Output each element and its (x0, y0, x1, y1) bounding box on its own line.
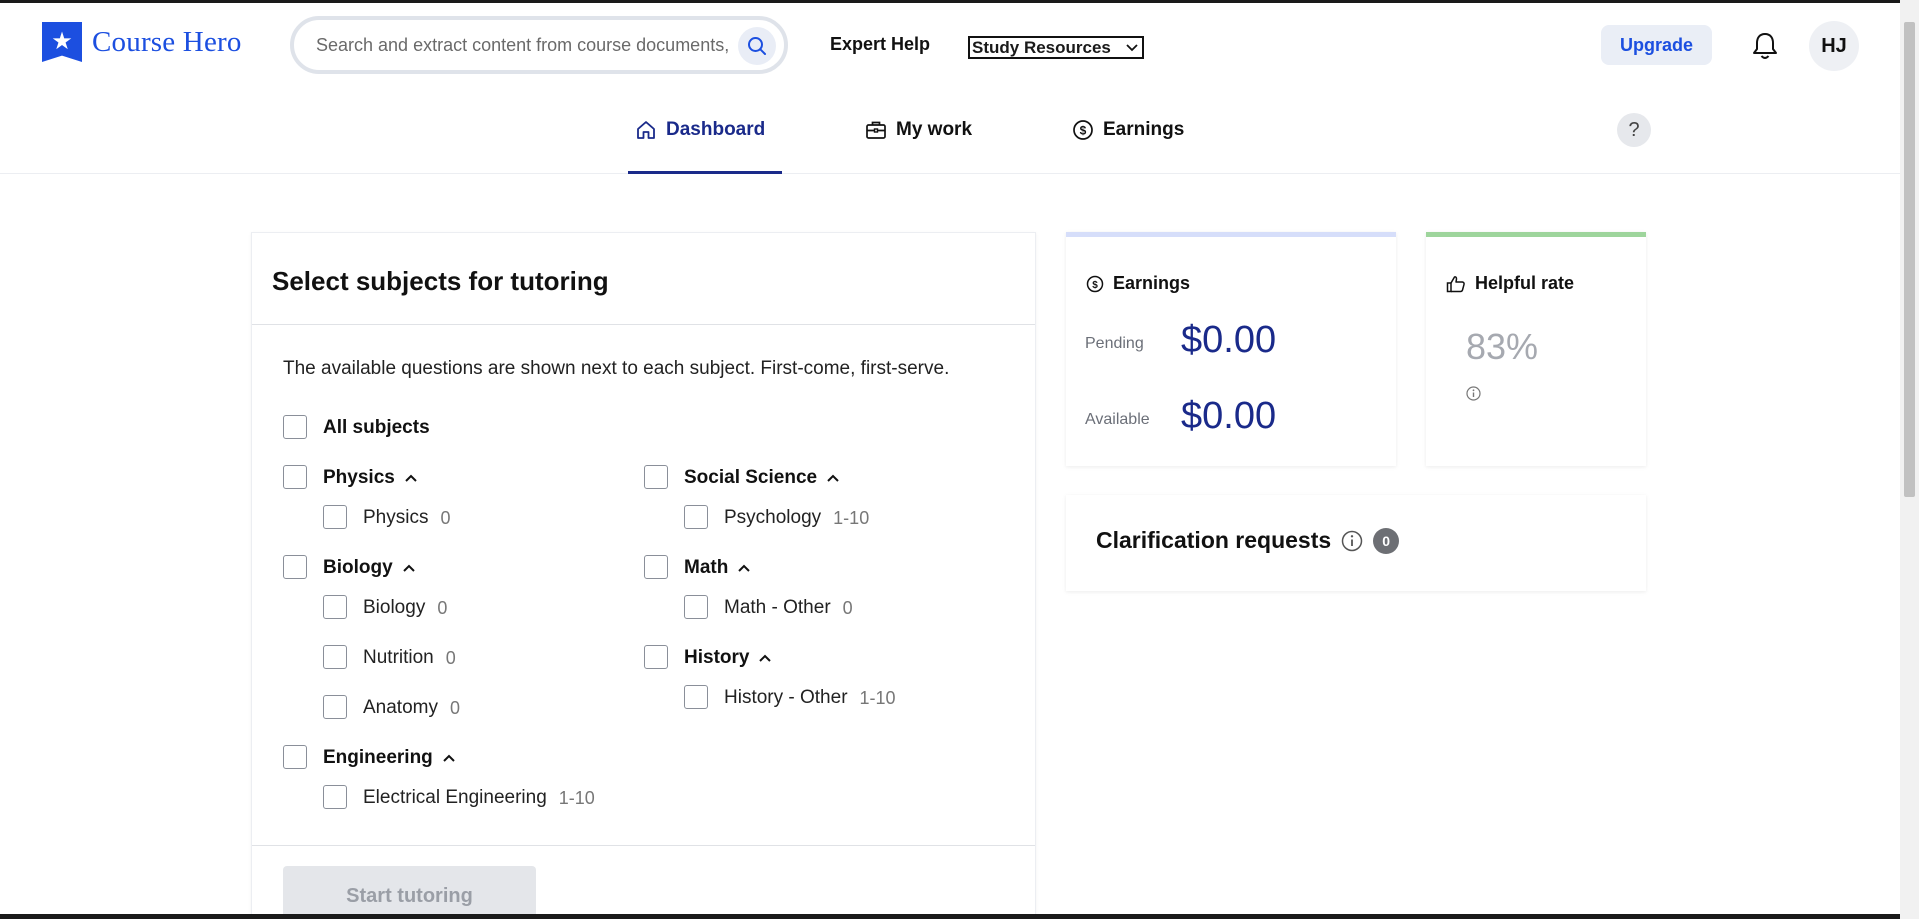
available-value: $0.00 (1181, 395, 1277, 437)
avatar[interactable]: HJ (1809, 21, 1859, 71)
math-other-checkbox[interactable] (684, 595, 708, 619)
helpful-rate-card: Helpful rate 83% (1426, 232, 1646, 466)
chevron-up-icon (405, 474, 417, 482)
start-tutoring-button[interactable]: Start tutoring (283, 866, 536, 919)
clarification-requests-card[interactable]: Clarification requests 0 (1066, 495, 1646, 591)
clarification-count-badge: 0 (1373, 527, 1400, 554)
subjects-description: The available questions are shown next t… (283, 358, 950, 379)
active-tab-indicator (628, 171, 782, 174)
pending-value: $0.00 (1181, 319, 1277, 361)
svg-text:$: $ (1080, 124, 1087, 138)
tab-earnings[interactable]: $ Earnings (1072, 115, 1184, 145)
biology-checkbox[interactable] (323, 595, 347, 619)
sub-navigation: Dashboard My work $ Earnings ? (0, 84, 1900, 174)
dollar-circle-icon: $ (1073, 120, 1093, 140)
math-group-checkbox[interactable] (644, 555, 668, 579)
upgrade-button[interactable]: Upgrade (1601, 25, 1712, 65)
briefcase-icon (866, 121, 886, 139)
chevron-up-icon (827, 474, 839, 482)
course-hero-logo[interactable]: ★ Course Hero (42, 22, 242, 62)
physics-group-checkbox[interactable] (283, 465, 307, 489)
math-other-subject-label: Math - Other 0 (724, 597, 853, 618)
study-resources-label: Study Resources (972, 37, 1111, 57)
thumbs-up-icon (1446, 275, 1465, 292)
scrollbar-thumb[interactable] (1904, 22, 1915, 497)
search-input[interactable] (316, 34, 736, 56)
anatomy-checkbox[interactable] (323, 695, 347, 719)
home-icon (637, 121, 655, 139)
helpful-rate-header: Helpful rate (1446, 273, 1574, 294)
biology-group-label[interactable]: Biology (323, 557, 417, 579)
all-subjects-label: All subjects (323, 417, 430, 438)
study-resources-dropdown[interactable]: Study Resources (968, 36, 1144, 59)
chevron-up-icon (759, 654, 772, 662)
star-shield-icon: ★ (42, 22, 82, 62)
subjects-card-title: Select subjects for tutoring (272, 266, 609, 296)
history-other-subject-label: History - Other 1-10 (724, 687, 896, 708)
engineering-group-checkbox[interactable] (283, 745, 307, 769)
physics-subject-label: Physics 0 (363, 507, 451, 528)
tab-my-work-label: My work (896, 119, 973, 140)
search-bar (290, 16, 788, 74)
biology-subject-label: Biology 0 (363, 597, 448, 618)
divider (252, 845, 1035, 846)
top-header: ★ Course Hero Expert Help Study Resource… (0, 0, 1900, 84)
engineering-group-label[interactable]: Engineering (323, 747, 457, 769)
window-bottom-edge (0, 914, 1900, 919)
clarification-requests-header: Clarification requests 0 (1096, 527, 1400, 554)
electrical-engineering-checkbox[interactable] (323, 785, 347, 809)
chevron-up-icon (443, 754, 455, 762)
anatomy-subject-label: Anatomy 0 (363, 697, 460, 718)
tab-earnings-label: Earnings (1103, 119, 1185, 140)
dollar-circle-icon: $ (1086, 275, 1104, 292)
tab-dashboard[interactable]: Dashboard (635, 115, 765, 145)
info-icon[interactable] (1466, 386, 1481, 401)
subjects-card: Select subjects for tutoring The availab… (251, 232, 1036, 919)
vertical-scrollbar[interactable] (1900, 0, 1919, 919)
chevron-down-icon (1126, 43, 1138, 51)
search-button[interactable] (738, 27, 776, 65)
chevron-up-icon (738, 564, 751, 572)
available-label: Available (1085, 411, 1150, 428)
math-group-label[interactable]: Math (684, 557, 752, 579)
pending-label: Pending (1085, 335, 1144, 352)
physics-checkbox[interactable] (323, 505, 347, 529)
social-science-group-label[interactable]: Social Science (684, 467, 841, 489)
divider (252, 324, 1035, 325)
physics-group-label[interactable]: Physics (323, 467, 419, 489)
history-group-label[interactable]: History (684, 647, 773, 669)
social-science-group-checkbox[interactable] (644, 465, 668, 489)
psychology-subject-label: Psychology 1-10 (724, 507, 870, 528)
earnings-card: $ Earnings Pending $0.00 Available $0.00 (1066, 232, 1396, 466)
earnings-card-title: Earnings (1113, 273, 1191, 293)
tab-dashboard-label: Dashboard (666, 119, 766, 140)
info-icon[interactable] (1341, 530, 1363, 552)
nutrition-checkbox[interactable] (323, 645, 347, 669)
biology-group-checkbox[interactable] (283, 555, 307, 579)
search-icon (748, 37, 766, 55)
history-other-checkbox[interactable] (684, 685, 708, 709)
logo-text: Course Hero (92, 25, 242, 58)
history-group-checkbox[interactable] (644, 645, 668, 669)
svg-text:$: $ (1092, 280, 1098, 291)
help-button[interactable]: ? (1617, 113, 1651, 147)
all-subjects-checkbox[interactable] (283, 415, 307, 439)
earnings-card-header: $ Earnings (1086, 273, 1190, 294)
tab-my-work[interactable]: My work (865, 115, 972, 145)
nutrition-subject-label: Nutrition 0 (363, 647, 456, 668)
chevron-up-icon (402, 564, 415, 572)
helpful-rate-title: Helpful rate (1475, 273, 1575, 293)
expert-help-link[interactable]: Expert Help (830, 34, 930, 55)
electrical-engineering-subject-label: Electrical Engineering 1-10 (363, 787, 595, 808)
psychology-checkbox[interactable] (684, 505, 708, 529)
clarification-requests-title: Clarification requests (1096, 527, 1332, 553)
bell-icon[interactable] (1751, 31, 1779, 61)
helpful-rate-value: 83% (1466, 326, 1539, 367)
